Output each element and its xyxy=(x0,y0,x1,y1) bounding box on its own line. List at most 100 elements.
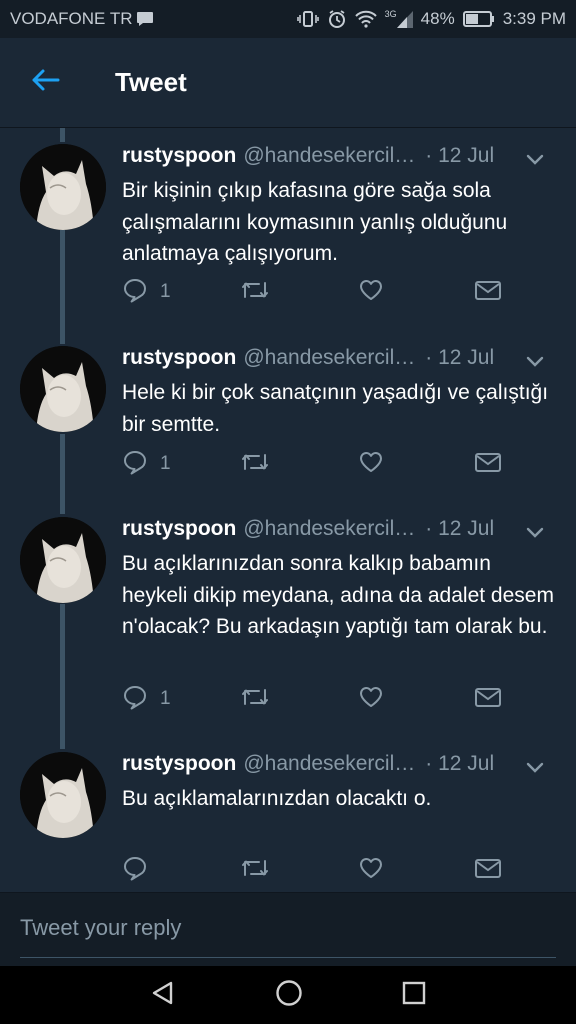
reply-count: 1 xyxy=(160,688,171,709)
tweet-actions: 1 xyxy=(122,277,522,307)
retweet-icon xyxy=(240,278,270,307)
tweet-text: Bu açıklamalarınızdan olacaktı o. xyxy=(122,787,432,810)
reply-count: 1 xyxy=(160,453,171,474)
tweet-time: · 12 Jul xyxy=(425,752,495,775)
tweet-header: rustyspoon @handesekercil… · 12 Jul xyxy=(122,749,562,779)
retweet-button[interactable] xyxy=(240,855,270,885)
author-handle[interactable]: @handesekercil… xyxy=(243,517,415,541)
reply-button[interactable]: 1 xyxy=(122,449,171,479)
message-button[interactable] xyxy=(474,855,502,885)
tweet[interactable]: rustyspoon @handesekercil… · 12 Jul Hele… xyxy=(0,343,576,513)
recents-nav-icon[interactable] xyxy=(401,980,427,1011)
retweet-icon xyxy=(240,685,270,714)
message-button[interactable] xyxy=(474,684,502,714)
avatar-image xyxy=(20,144,106,230)
message-button[interactable] xyxy=(474,277,502,307)
thread-line xyxy=(60,128,65,142)
message-icon xyxy=(474,685,502,714)
like-icon xyxy=(358,685,384,714)
avatar-image xyxy=(20,752,106,838)
message-icon xyxy=(474,856,502,885)
like-button[interactable] xyxy=(358,277,384,307)
network-type: 3G xyxy=(384,9,397,19)
system-nav-bar xyxy=(0,966,576,1024)
author-name[interactable]: rustyspoon xyxy=(122,517,236,541)
tweet-actions xyxy=(122,855,522,885)
reply-count: 1 xyxy=(160,281,171,302)
back-button[interactable] xyxy=(0,38,90,128)
avatar[interactable] xyxy=(20,346,106,432)
like-icon xyxy=(358,856,384,885)
avatar[interactable] xyxy=(20,752,106,838)
battery-icon xyxy=(462,11,495,27)
reply-button[interactable]: 1 xyxy=(122,277,171,307)
reply-icon xyxy=(122,684,148,715)
chevron-down-icon[interactable] xyxy=(526,349,544,373)
tweet-text: Bu açıklarınızdan sonra kalkıp babamın h… xyxy=(122,552,554,638)
tweet-time: · 12 Jul xyxy=(425,517,495,540)
reply-icon xyxy=(122,449,148,480)
tweet[interactable]: rustyspoon @handesekercil… · 12 Jul Bu a… xyxy=(0,514,576,749)
retweet-button[interactable] xyxy=(240,277,270,307)
avatar[interactable] xyxy=(20,144,106,230)
message-icon xyxy=(474,450,502,479)
reply-underline xyxy=(20,957,556,958)
status-icons: 3G 48% 3:39 PM xyxy=(296,9,566,29)
clock: 3:39 PM xyxy=(502,9,566,28)
alarm-icon xyxy=(327,9,347,29)
chevron-down-icon[interactable] xyxy=(526,147,544,171)
back-nav-icon[interactable] xyxy=(149,979,177,1012)
author-name[interactable]: rustyspoon xyxy=(122,346,236,370)
tweet-text: Bir kişinin çıkıp kafasına göre sağa sol… xyxy=(122,179,508,265)
retweet-button[interactable] xyxy=(240,449,270,479)
message-button[interactable] xyxy=(474,449,502,479)
chat-notification-icon xyxy=(136,11,154,27)
reply-input[interactable]: Tweet your reply xyxy=(20,915,181,941)
status-bar: VODAFONE TR 3G 48% 3:39 PM xyxy=(0,0,576,38)
tweet-time: · 12 Jul xyxy=(425,144,495,167)
retweet-icon xyxy=(240,450,270,479)
reply-icon xyxy=(122,277,148,308)
wifi-icon xyxy=(354,10,377,28)
carrier-group: VODAFONE TR xyxy=(10,9,154,29)
back-arrow-icon xyxy=(30,68,60,97)
tweet-time: · 12 Jul xyxy=(425,346,495,369)
reply-button[interactable]: 1 xyxy=(122,684,171,714)
reply-button[interactable] xyxy=(122,855,160,885)
tweet-actions: 1 xyxy=(122,449,522,479)
chevron-down-icon[interactable] xyxy=(526,755,544,779)
author-handle[interactable]: @handesekercil… xyxy=(243,752,415,776)
like-icon xyxy=(358,278,384,307)
app-bar: Tweet xyxy=(0,38,576,128)
vibrate-icon xyxy=(296,10,319,28)
author-handle[interactable]: @handesekercil… xyxy=(243,346,415,370)
retweet-button[interactable] xyxy=(240,684,270,714)
carrier-name: VODAFONE TR xyxy=(10,9,133,28)
reply-composer[interactable]: Tweet your reply xyxy=(0,892,576,966)
avatar[interactable] xyxy=(20,517,106,603)
avatar-image xyxy=(20,517,106,603)
tweet-header: rustyspoon @handesekercil… · 12 Jul xyxy=(122,141,562,171)
tweet-header: rustyspoon @handesekercil… · 12 Jul xyxy=(122,343,562,373)
retweet-icon xyxy=(240,856,270,885)
author-name[interactable]: rustyspoon xyxy=(122,752,236,776)
author-name[interactable]: rustyspoon xyxy=(122,144,236,168)
tweet[interactable]: rustyspoon @handesekercil… · 12 Jul Bu a… xyxy=(0,749,576,892)
conversation-feed[interactable]: rustyspoon @handesekercil… · 12 Jul Bir … xyxy=(0,128,576,892)
tweet[interactable]: rustyspoon @handesekercil… · 12 Jul Bir … xyxy=(0,141,576,331)
tweet-actions: 1 xyxy=(122,684,522,714)
chevron-down-icon[interactable] xyxy=(526,520,544,544)
signal-icon: 3G xyxy=(385,10,413,28)
avatar-image xyxy=(20,346,106,432)
tweet-header: rustyspoon @handesekercil… · 12 Jul xyxy=(122,514,562,544)
like-button[interactable] xyxy=(358,684,384,714)
tweet-text: Hele ki bir çok sanatçının yaşadığı ve ç… xyxy=(122,381,549,436)
battery-percent: 48% xyxy=(420,9,455,28)
like-button[interactable] xyxy=(358,449,384,479)
message-icon xyxy=(474,278,502,307)
like-icon xyxy=(358,450,384,479)
home-nav-icon[interactable] xyxy=(274,978,304,1013)
author-handle[interactable]: @handesekercil… xyxy=(243,144,415,168)
page-title: Tweet xyxy=(115,67,187,97)
like-button[interactable] xyxy=(358,855,384,885)
